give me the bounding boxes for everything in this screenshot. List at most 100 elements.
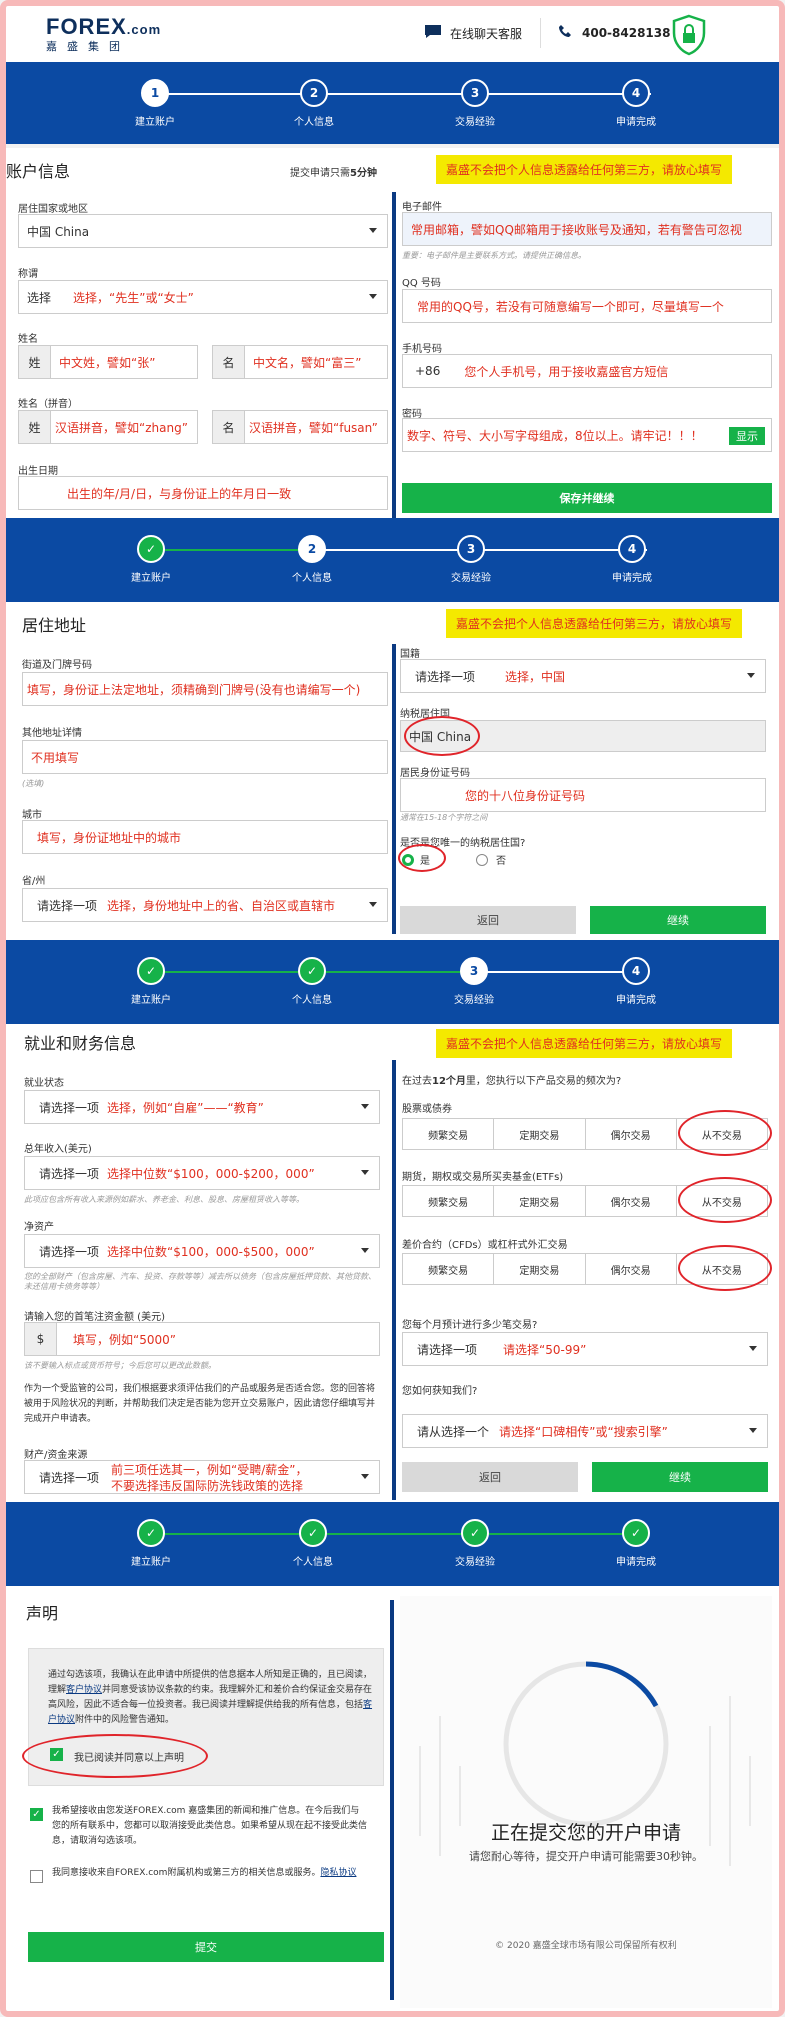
frequency-question: 在过去12个月里，您执行以下产品交易的频次为? xyxy=(402,1076,622,1087)
live-chat-link[interactable]: 在线聊天客服 xyxy=(424,24,522,42)
net-assets-hint: 您的全部财产（包含房屋、汽车、投资、存款等等）减去所以债务（包含房屋抵押贷款、其… xyxy=(24,1272,376,1291)
nationality-label: 国籍 xyxy=(400,649,420,660)
affiliate-checkbox-text: 我同意接收来自FOREX.com附属机构或第三方的相关信息或服务。隐私协议 xyxy=(52,1868,357,1878)
step-4: ✓ 申请完成 xyxy=(591,1519,681,1568)
other-address-input[interactable]: 不用填写 xyxy=(22,740,388,774)
secure-lock-icon xyxy=(671,14,707,59)
opt-regular[interactable]: 定期交易 xyxy=(494,1186,586,1216)
step-3: 3 交易经验 xyxy=(429,957,519,1006)
show-password-button[interactable]: 显示 xyxy=(729,427,765,445)
step-2: ✓ 个人信息 xyxy=(267,957,357,1006)
phone-link[interactable]: 400-8428138 xyxy=(558,24,670,41)
monthly-trades-select[interactable]: 请选择一项 请选择“50-99” xyxy=(402,1332,768,1366)
site-header: FOREX.com 嘉盛集团 在线聊天客服 400-8428138 xyxy=(6,6,779,62)
deposit-hint: 该不要输入标点或货币符号；今后您可以更改此数额。 xyxy=(24,1361,216,1370)
continue-button[interactable]: 继续 xyxy=(592,1462,768,1492)
pinyin-surname-input[interactable]: 姓汉语拼音，譬如“zhang” xyxy=(18,410,198,444)
deposit-label: 请输入您的首笔注资金额 (美元) xyxy=(24,1312,165,1323)
opt-occasional[interactable]: 偶尔交易 xyxy=(585,1186,677,1216)
step-1: ✓ 建立账户 xyxy=(106,957,196,1006)
city-input[interactable]: 填写，身份证地址中的城市 xyxy=(22,820,388,854)
email-hint: 重要：电子邮件是主要联系方式。请提供正确信息。 xyxy=(402,251,586,260)
net-assets-select[interactable]: 请选择一项 选择中位数“$100，000-$500，000” xyxy=(24,1234,380,1268)
declaration-title: 声明 xyxy=(26,1604,59,1623)
opt-regular[interactable]: 定期交易 xyxy=(494,1119,586,1149)
nationality-select[interactable]: 请选择一项 选择，中国 xyxy=(400,659,766,693)
income-select[interactable]: 请选择一项 选择中位数“$100，000-$200，000” xyxy=(24,1156,380,1190)
step-2: 2 个人信息 xyxy=(269,79,359,128)
password-input[interactable]: 数字、符号、大小写字母组成，8位以上。请牢记！！！ 显示 xyxy=(402,418,772,452)
step-4: 4 申请完成 xyxy=(591,79,681,128)
client-agreement-link[interactable]: 客户协议 xyxy=(66,1685,102,1695)
column-divider xyxy=(390,1600,394,2000)
chat-label: 在线聊天客服 xyxy=(450,26,523,41)
forex-logo[interactable]: FOREX.com 嘉盛集团 xyxy=(46,14,161,54)
column-divider xyxy=(392,644,396,934)
phone-number: 400-8428138 xyxy=(582,25,671,40)
privacy-link[interactable]: 隐私协议 xyxy=(320,1868,356,1878)
dob-label: 出生日期 xyxy=(18,466,58,477)
optional-hint: (选填) xyxy=(22,779,45,788)
opt-frequent[interactable]: 频繁交易 xyxy=(403,1119,495,1149)
pinyin-label: 姓名（拼音） xyxy=(18,399,78,410)
step-3: 3 交易经验 xyxy=(426,535,516,584)
step-3: 3 交易经验 xyxy=(430,79,520,128)
province-select[interactable]: 请选择一项 选择，身份地址中上的省、自治区或直辖市 xyxy=(22,888,388,922)
qq-input[interactable]: 常用的QQ号，若没有可随意编写一个即可，尽量填写一个 xyxy=(402,289,772,323)
salutation-select[interactable]: 选择 选择，“先生”或“女士” xyxy=(18,280,388,314)
news-checkbox[interactable]: ✓ xyxy=(30,1808,43,1821)
affiliate-checkbox[interactable] xyxy=(30,1870,43,1883)
regulatory-text: 作为一个受监管的公司，我们根据要求须评估我们的产品或服务是否适合您。您的回答将被… xyxy=(24,1384,376,1424)
copyright: © 2020 嘉盛全球市场有限公司保留所有权利 xyxy=(495,1941,677,1951)
back-button[interactable]: 返回 xyxy=(402,1462,578,1492)
fund-source-label: 财产/资金来源 xyxy=(24,1450,88,1461)
progress-steps-2: ✓ 建立账户 2 个人信息 3 交易经验 4 申请完成 xyxy=(6,518,779,602)
surname-input[interactable]: 姓中文姓，譬如“张” xyxy=(18,345,198,379)
stocks-label: 股票或债券 xyxy=(402,1104,452,1115)
step-4: 4 申请完成 xyxy=(587,535,677,584)
opt-occasional[interactable]: 偶尔交易 xyxy=(585,1254,677,1284)
phone-input[interactable]: +86 您个人手机号，用于接收嘉盛官方短信 xyxy=(402,354,772,388)
highlight-circle xyxy=(678,1245,772,1291)
deposit-input[interactable]: $ 填写，例如“5000” xyxy=(24,1322,380,1356)
opt-frequent[interactable]: 频繁交易 xyxy=(403,1254,495,1284)
submit-button[interactable]: 提交 xyxy=(28,1932,384,1962)
how-heard-select[interactable]: 请从选择一个 请选择“口碑相传”或“搜索引擎” xyxy=(402,1414,768,1448)
futures-label: 期货，期权或交易所买卖基金(ETFs) xyxy=(402,1172,564,1183)
radio-no[interactable]: 否 xyxy=(476,852,506,867)
dob-input[interactable]: 出生的年/月/日，与身份证上的年月日一致 xyxy=(18,476,388,510)
country-label: 居住国家或地区 xyxy=(18,204,88,215)
country-select[interactable]: 中国 China xyxy=(18,214,388,248)
continue-button[interactable]: 继续 xyxy=(590,906,766,934)
opt-occasional[interactable]: 偶尔交易 xyxy=(585,1119,677,1149)
highlight-circle xyxy=(678,1177,772,1223)
province-label: 省/州 xyxy=(22,876,46,887)
income-label: 总年收入(美元) xyxy=(24,1144,92,1155)
email-input[interactable]: 常用邮箱，譬如QQ邮箱用于接收账号及通知，若有警告可忽视 xyxy=(402,212,772,246)
privacy-notice: 嘉盛不会把个人信息透露给任何第三方，请放心填写 xyxy=(436,1029,733,1058)
radio-no-dot xyxy=(476,853,488,866)
phone-label: 手机号码 xyxy=(402,344,442,355)
employment-status-select[interactable]: 请选择一项 选择，例如“自雇”——“教育” xyxy=(24,1090,380,1124)
step-line xyxy=(156,93,651,95)
street-input[interactable]: 填写，身份证上法定地址，须精确到门牌号(没有也请编写一个) xyxy=(22,672,388,706)
address-title: 居住地址 xyxy=(22,616,87,635)
submitting-overlay: 正在提交您的开户申请 请您耐心等待，提交开户申请可能需要30秒钟。 © 2020… xyxy=(400,1596,772,2008)
street-label: 街道及门牌号码 xyxy=(22,660,92,671)
back-button[interactable]: 返回 xyxy=(400,906,576,934)
logo-subtitle: 嘉盛集团 xyxy=(46,40,130,53)
highlight-circle xyxy=(404,716,480,756)
opt-frequent[interactable]: 频繁交易 xyxy=(403,1186,495,1216)
pinyin-given-input[interactable]: 名汉语拼音，譬如“fusan” xyxy=(212,410,388,444)
step-3: ✓ 交易经验 xyxy=(430,1519,520,1568)
fund-source-select[interactable]: 请选择一项 前三项任选其一，例如“受聘/薪金”， 不要选择违反国际防洗钱政策的选择 xyxy=(24,1460,380,1494)
id-number-input[interactable]: 您的十八位身份证号码 xyxy=(400,778,766,812)
opt-regular[interactable]: 定期交易 xyxy=(494,1254,586,1284)
progress-steps-3: ✓ 建立账户 ✓ 个人信息 3 交易经验 4 申请完成 xyxy=(6,940,779,1024)
given-name-input[interactable]: 名中文名，譬如“富三” xyxy=(212,345,388,379)
cfd-label: 差价合约（CFDs）或杠杆式外汇交易 xyxy=(402,1240,568,1251)
employment-title: 就业和财务信息 xyxy=(24,1034,137,1053)
save-continue-button[interactable]: 保存并继续 xyxy=(402,483,772,513)
submitting-title: 正在提交您的开户申请 xyxy=(490,1822,681,1844)
id-number-label: 居民身份证号码 xyxy=(400,768,470,779)
